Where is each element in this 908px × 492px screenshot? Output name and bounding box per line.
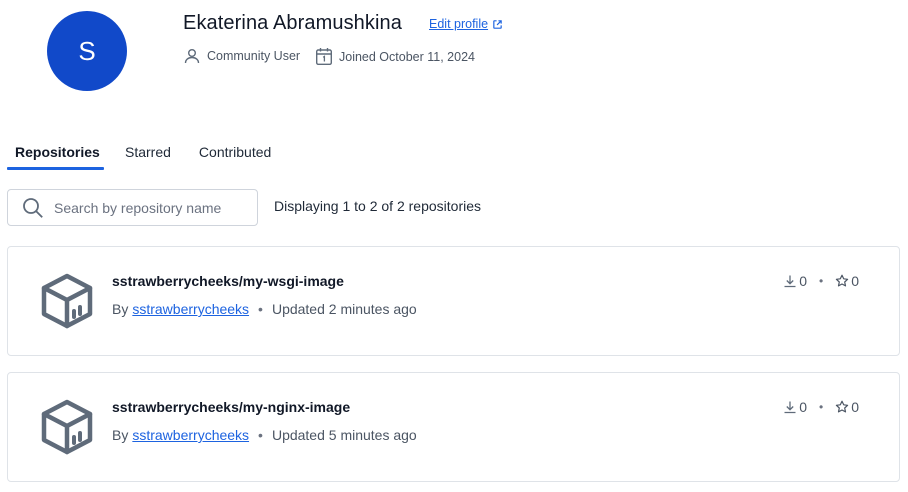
updated-time: Updated 5 minutes ago [271,427,417,443]
external-link-icon [493,19,502,29]
star-count[interactable]: 0 [835,399,859,415]
edit-profile-label: Edit profile [429,17,489,31]
star-value: 0 [851,399,859,415]
download-icon [784,401,796,414]
joined-label: Joined October 11, 2024 [339,49,475,64]
search-icon [23,197,43,218]
repository-box-icon [41,273,93,329]
search-box[interactable] [7,189,258,226]
profile-name: Ekaterina Abramushkina [183,12,402,34]
search-input[interactable] [54,199,224,216]
user-icon [184,49,200,64]
separator-dot: • [258,301,263,317]
star-icon [836,274,849,287]
owner-link[interactable]: sstrawberrycheeks [132,301,249,317]
by-label: By [112,301,129,317]
download-icon [784,275,796,288]
avatar: S [47,11,127,91]
profile-role: Community User [183,47,300,65]
download-value: 0 [799,273,807,289]
repository-stats: 0 • 0 [783,273,859,289]
calendar-icon [316,48,333,66]
repository-card[interactable]: sstrawberrycheeks/my-wsgi-image By sstra… [7,246,900,356]
download-count: 0 [783,399,807,415]
by-label: By [112,427,129,443]
star-value: 0 [851,273,859,289]
profile-joined: Joined October 11, 2024 [315,47,475,66]
tab-starred[interactable]: Starred [120,140,179,170]
repository-card[interactable]: sstrawberrycheeks/my-nginx-image By sstr… [7,372,900,482]
star-count[interactable]: 0 [835,273,859,289]
star-icon [836,400,849,413]
tab-repositories[interactable]: Repositories [7,140,104,170]
repository-name[interactable]: sstrawberrycheeks/my-wsgi-image [112,273,344,289]
role-label: Community User [207,49,301,63]
download-value: 0 [799,399,807,415]
repository-name[interactable]: sstrawberrycheeks/my-nginx-image [112,399,350,415]
download-count: 0 [783,273,807,289]
avatar-initial: S [78,35,96,66]
separator-dot: • [819,400,824,414]
tab-contributed[interactable]: Contributed [191,140,279,170]
repository-meta: By sstrawberrycheeks • Updated 2 minutes… [112,301,417,317]
updated-time: Updated 2 minutes ago [271,301,417,317]
separator-dot: • [819,274,824,288]
repository-stats: 0 • 0 [783,399,859,415]
separator-dot: • [258,427,263,443]
results-count: Displaying 1 to 2 of 2 repositories [274,198,481,214]
edit-profile-link[interactable]: Edit profile [429,17,503,31]
owner-link[interactable]: sstrawberrycheeks [132,427,249,443]
repository-box-icon [41,399,93,455]
profile-tabs: Repositories Starred Contributed [7,140,279,170]
repository-meta: By sstrawberrycheeks • Updated 5 minutes… [112,427,417,443]
